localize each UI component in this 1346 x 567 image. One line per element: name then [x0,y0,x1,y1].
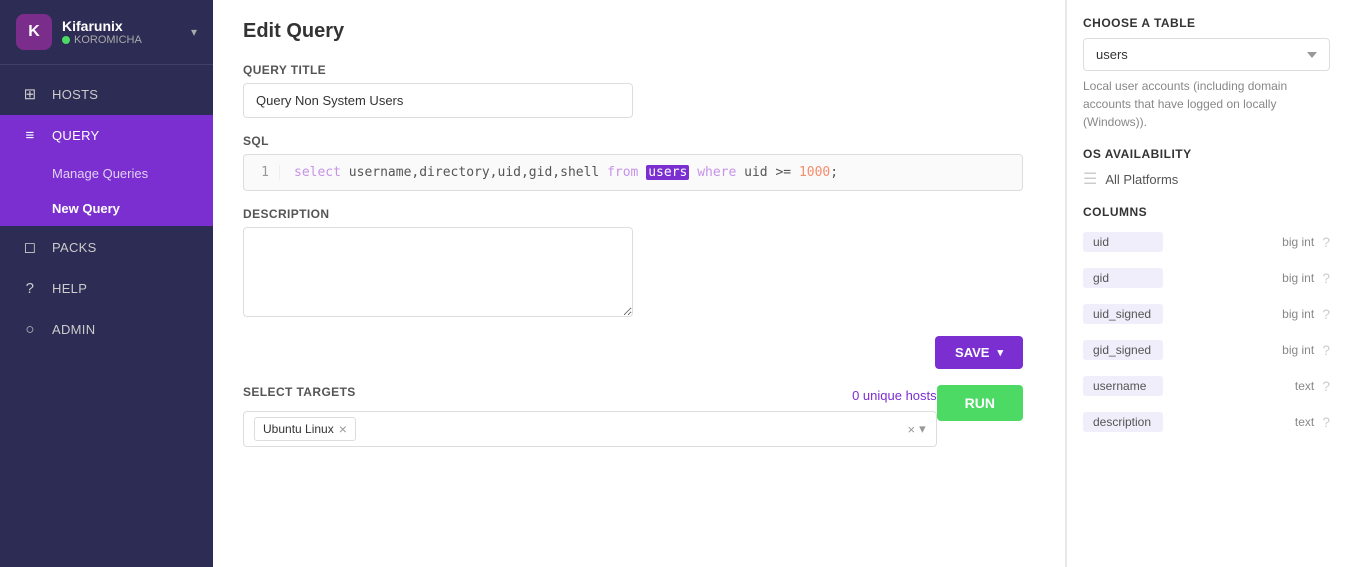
os-availability-row: ☰ All Platforms [1083,169,1330,189]
sidebar-item-help-label: HELP [52,281,87,296]
sidebar-item-admin[interactable]: ○ ADMIN [0,309,213,350]
table-description: Local user accounts (including domain ac… [1083,77,1330,131]
sql-editor[interactable]: 1 select username,directory,uid,gid,shel… [243,154,1023,191]
select-dropdown-icons[interactable]: × ▾ [908,421,926,437]
column-gid-signed-help-icon[interactable]: ? [1322,342,1330,358]
sidebar-item-query[interactable]: ≡ QUERY [0,115,213,156]
column-uid-name: uid [1083,232,1163,252]
clear-icon[interactable]: × [908,422,916,437]
column-gid-name: gid [1083,268,1163,288]
column-uid-signed-name: uid_signed [1083,304,1163,324]
sidebar-item-hosts[interactable]: ⊞ HOSTS [0,73,213,115]
brand-sub: KOROMICHA [62,34,181,46]
save-action-row: SAVE ▾ [243,336,1023,369]
column-uid: uid big int ? [1083,227,1330,257]
query-title-group: Query Title [243,63,1035,118]
column-gid-signed-name: gid_signed [1083,340,1163,360]
sql-line-number: 1 [244,165,280,180]
os-availability-title: OS Availability [1083,147,1330,161]
column-gid: gid big int ? [1083,263,1330,293]
sidebar-item-hosts-label: HOSTS [52,87,98,102]
hosts-icon: ⊞ [20,85,40,103]
column-username: username text ? [1083,371,1330,401]
sidebar-item-packs-label: PACKS [52,240,97,255]
description-label: Description [243,207,1035,221]
select-targets-header: Select Targets 0 unique hosts [243,385,937,405]
right-panel: Choose a Table users processes os_versio… [1066,0,1346,567]
unique-hosts-count: 0 unique hosts [852,388,937,403]
run-button[interactable]: RUN [937,385,1023,421]
packs-icon: ◻ [20,238,40,256]
table-select[interactable]: users processes os_version system_info [1083,38,1330,71]
sidebar-brand: Kifarunix KOROMICHA [62,18,181,46]
target-tag-close-icon[interactable]: × [339,421,347,437]
column-gid-signed: gid_signed big int ? [1083,335,1330,365]
sidebar-nav: ⊞ HOSTS ≡ QUERY Manage Queries New Query… [0,65,213,567]
admin-icon: ○ [20,321,40,338]
page-title: Edit Query [243,20,1035,43]
target-tag-ubuntu[interactable]: Ubuntu Linux × [254,417,356,441]
online-indicator [62,36,70,44]
help-icon: ? [20,280,40,297]
choose-table-section: Choose a Table users processes os_versio… [1083,16,1330,131]
sidebar-sub-menu: Manage Queries New Query [0,156,213,226]
column-username-type: text [1295,379,1314,393]
select-targets-input[interactable]: Ubuntu Linux × × ▾ [243,411,937,447]
app-logo: K [16,14,52,50]
os-availability-section: OS Availability ☰ All Platforms [1083,147,1330,189]
column-uid-signed-type: big int [1282,307,1314,321]
sidebar-item-help[interactable]: ? HELP [0,268,213,309]
query-title-input[interactable] [243,83,633,118]
columns-section: Columns uid big int ? gid big int ? [1083,205,1330,437]
description-textarea[interactable] [243,227,633,317]
column-description-type: text [1295,415,1314,429]
save-button[interactable]: SAVE ▾ [935,336,1023,369]
sql-code[interactable]: select username,directory,uid,gid,shell … [280,165,852,180]
sidebar-item-new-query[interactable]: New Query [0,191,213,226]
column-uid-type: big int [1282,235,1314,249]
brand-name: Kifarunix [62,18,181,34]
column-username-name: username [1083,376,1163,396]
column-username-help-icon[interactable]: ? [1322,378,1330,394]
sql-group: SQL 1 select username,directory,uid,gid,… [243,134,1035,191]
column-description-name: description [1083,412,1163,432]
main-content: Edit Query Query Title SQL 1 select user… [213,0,1346,567]
query-icon: ≡ [20,127,40,144]
save-button-label: SAVE [955,345,989,360]
all-platforms-icon: ☰ [1083,169,1097,189]
sql-label: SQL [243,134,1035,148]
column-uid-help-icon[interactable]: ? [1322,234,1330,250]
dropdown-arrow-icon[interactable]: ▾ [919,421,926,437]
target-tag-label: Ubuntu Linux [263,422,334,436]
column-gid-signed-type: big int [1282,343,1314,357]
sidebar-item-query-label: QUERY [52,128,100,143]
sidebar-item-packs[interactable]: ◻ PACKS [0,226,213,268]
column-uid-signed-help-icon[interactable]: ? [1322,306,1330,322]
content-area: Edit Query Query Title SQL 1 select user… [213,0,1346,567]
description-group: Description [243,207,1035,320]
select-targets-label: Select Targets [243,385,356,399]
edit-query-panel: Edit Query Query Title SQL 1 select user… [213,0,1066,567]
query-title-label: Query Title [243,63,1035,77]
sidebar: K Kifarunix KOROMICHA ▾ ⊞ HOSTS ≡ QUERY … [0,0,213,567]
sidebar-item-manage-queries[interactable]: Manage Queries [0,156,213,191]
sidebar-chevron-icon[interactable]: ▾ [191,25,197,39]
columns-list: uid big int ? gid big int ? [1083,227,1330,437]
column-description: description text ? [1083,407,1330,437]
column-uid-signed: uid_signed big int ? [1083,299,1330,329]
sidebar-header: K Kifarunix KOROMICHA ▾ [0,0,213,65]
save-chevron-icon: ▾ [997,346,1003,359]
target-search-input[interactable] [362,422,902,437]
choose-table-title: Choose a Table [1083,16,1330,30]
column-gid-type: big int [1282,271,1314,285]
sidebar-item-admin-label: ADMIN [52,322,95,337]
column-gid-help-icon[interactable]: ? [1322,270,1330,286]
columns-title: Columns [1083,205,1330,219]
column-description-help-icon[interactable]: ? [1322,414,1330,430]
os-label: All Platforms [1105,172,1178,187]
